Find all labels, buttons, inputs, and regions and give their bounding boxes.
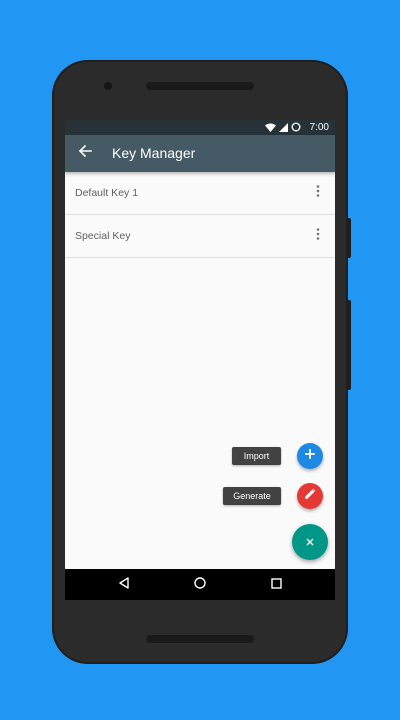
app-bar: Key Manager [65, 135, 335, 172]
generate-label[interactable]: Generate [223, 487, 281, 505]
nav-home-button[interactable] [190, 575, 210, 595]
pencil-icon [304, 487, 316, 505]
nav-back-button[interactable] [114, 575, 134, 595]
key-menu-button[interactable] [313, 228, 323, 244]
nav-recents-icon [270, 576, 282, 594]
generate-button[interactable] [297, 483, 323, 509]
import-label[interactable]: Import [232, 447, 281, 465]
close-icon [306, 533, 314, 551]
nav-home-icon [194, 576, 206, 594]
page-title: Key Manager [112, 145, 196, 161]
system-nav-bar [65, 569, 335, 600]
status-time: 7:00 [309, 122, 329, 133]
status-bar: 7:00 [65, 120, 335, 135]
phone-screen: 7:00 Key Manager Default Key 1 Special K… [65, 120, 335, 600]
list-item[interactable]: Special Key [65, 215, 335, 258]
more-vert-icon [316, 184, 320, 202]
nav-recents-button[interactable] [266, 575, 286, 595]
key-label: Special Key [75, 230, 131, 242]
volume-button [347, 300, 351, 390]
key-menu-button[interactable] [313, 185, 323, 201]
fab-menu-toggle-button[interactable] [292, 524, 328, 560]
key-list: Default Key 1 Special Key [65, 172, 335, 258]
bottom-speaker [146, 635, 254, 643]
top-speaker [146, 82, 254, 90]
key-label: Default Key 1 [75, 187, 139, 199]
more-vert-icon [316, 227, 320, 245]
front-camera [104, 82, 112, 90]
back-button[interactable] [73, 141, 97, 165]
arrow-back-icon [78, 144, 92, 163]
power-button [347, 218, 351, 258]
list-item[interactable]: Default Key 1 [65, 172, 335, 215]
import-button[interactable] [297, 443, 323, 469]
plus-icon [304, 447, 316, 465]
nav-back-icon [118, 576, 130, 594]
